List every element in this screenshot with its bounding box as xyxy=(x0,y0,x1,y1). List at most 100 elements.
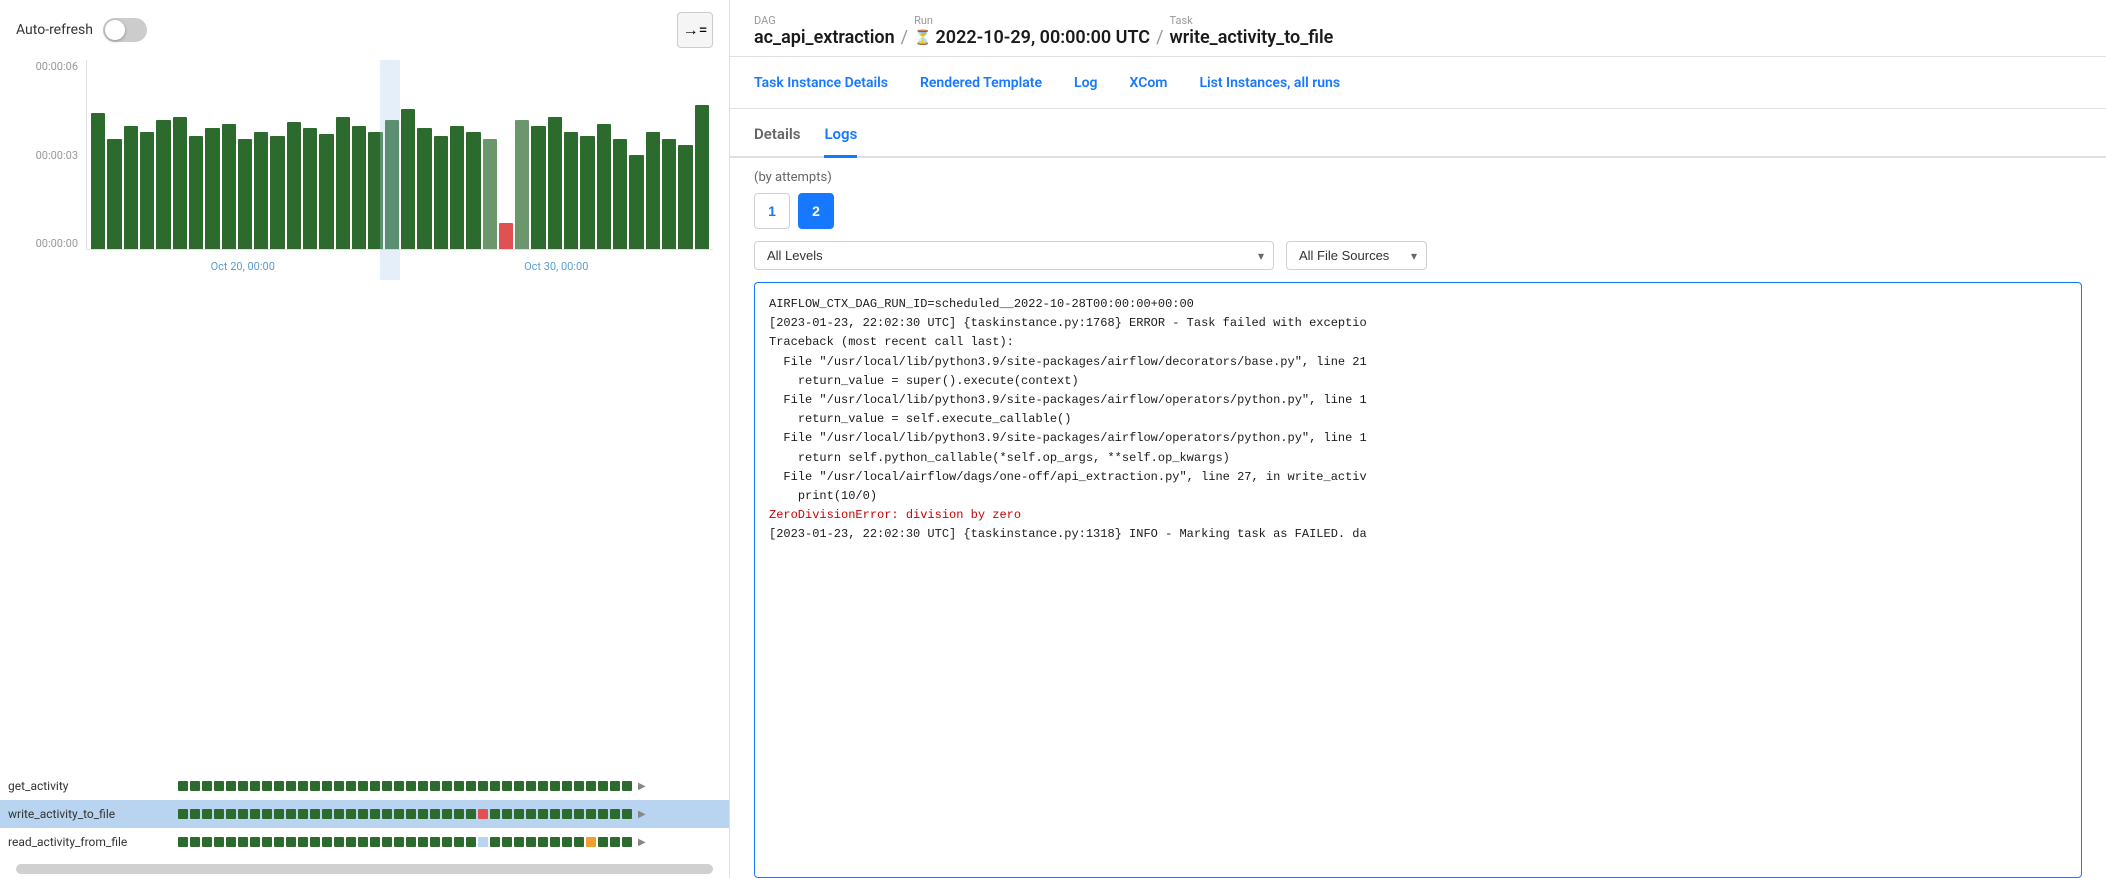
task-dot[interactable] xyxy=(190,781,200,791)
auto-refresh-toggle[interactable] xyxy=(103,18,147,42)
chart-bar[interactable] xyxy=(515,120,529,249)
task-dot[interactable] xyxy=(370,809,380,819)
task-dot[interactable] xyxy=(490,781,500,791)
task-dot[interactable] xyxy=(514,781,524,791)
task-dot[interactable] xyxy=(226,809,236,819)
task-dot[interactable] xyxy=(298,837,308,847)
task-dot[interactable] xyxy=(586,809,596,819)
task-dot[interactable] xyxy=(466,837,476,847)
task-dot[interactable] xyxy=(382,781,392,791)
task-dot[interactable] xyxy=(514,809,524,819)
tab-logs[interactable]: Logs xyxy=(824,125,857,158)
task-dot[interactable] xyxy=(178,837,188,847)
task-dot[interactable] xyxy=(430,837,440,847)
task-dot[interactable] xyxy=(250,781,260,791)
attempt-2-btn[interactable]: 2 xyxy=(798,193,834,229)
task-dot[interactable] xyxy=(478,837,488,847)
task-dot[interactable] xyxy=(274,809,284,819)
task-dot[interactable] xyxy=(430,781,440,791)
chart-bar[interactable] xyxy=(238,139,252,249)
levels-filter[interactable]: All Levels xyxy=(754,241,1274,270)
task-dot[interactable] xyxy=(202,837,212,847)
task-row[interactable]: write_activity_to_file▶ xyxy=(0,800,729,828)
task-dot[interactable] xyxy=(406,809,416,819)
chart-bar[interactable] xyxy=(548,117,562,249)
task-dot[interactable] xyxy=(346,837,356,847)
chart-bar[interactable] xyxy=(303,128,317,249)
tab-rendered-template[interactable]: Rendered Template xyxy=(920,75,1042,91)
chart-bar[interactable] xyxy=(695,105,709,249)
task-dot[interactable] xyxy=(262,837,272,847)
task-dot[interactable] xyxy=(178,781,188,791)
task-dot[interactable] xyxy=(298,809,308,819)
task-dot[interactable] xyxy=(346,809,356,819)
task-dot[interactable] xyxy=(250,837,260,847)
chart-bar[interactable] xyxy=(597,124,611,249)
task-dot[interactable] xyxy=(250,809,260,819)
chart-bar[interactable] xyxy=(156,120,170,249)
chart-bar[interactable] xyxy=(531,126,545,249)
task-dot[interactable] xyxy=(178,809,188,819)
task-dot[interactable] xyxy=(442,809,452,819)
task-dot[interactable] xyxy=(586,781,596,791)
task-dot[interactable] xyxy=(442,837,452,847)
task-dot[interactable] xyxy=(382,837,392,847)
task-dot[interactable] xyxy=(454,781,464,791)
task-dot[interactable] xyxy=(322,837,332,847)
task-dot[interactable] xyxy=(298,781,308,791)
task-dot[interactable] xyxy=(334,809,344,819)
task-dot[interactable] xyxy=(454,837,464,847)
chart-bar[interactable] xyxy=(173,117,187,249)
chart-bar[interactable] xyxy=(205,128,219,249)
task-dot[interactable] xyxy=(574,809,584,819)
task-dot[interactable] xyxy=(214,781,224,791)
chart-bar[interactable] xyxy=(499,223,513,249)
task-dot[interactable] xyxy=(514,837,524,847)
task-dot[interactable] xyxy=(598,809,608,819)
task-dot[interactable] xyxy=(502,781,512,791)
chart-bar[interactable] xyxy=(646,132,660,249)
task-dot[interactable] xyxy=(322,809,332,819)
task-dot[interactable] xyxy=(226,781,236,791)
task-dot[interactable] xyxy=(382,809,392,819)
tab-list-instances[interactable]: List Instances, all runs xyxy=(1199,75,1340,91)
chart-bar[interactable] xyxy=(254,132,268,249)
task-dot[interactable] xyxy=(610,809,620,819)
chart-bar[interactable] xyxy=(564,132,578,249)
chart-bar[interactable] xyxy=(319,134,333,249)
task-dot[interactable] xyxy=(526,837,536,847)
task-dot[interactable] xyxy=(406,837,416,847)
task-dot[interactable] xyxy=(286,809,296,819)
task-dot[interactable] xyxy=(466,809,476,819)
tab-log[interactable]: Log xyxy=(1074,75,1097,91)
chart-bar[interactable] xyxy=(629,155,643,250)
task-dot[interactable] xyxy=(238,781,248,791)
chart-bar[interactable] xyxy=(401,109,415,249)
task-dot[interactable] xyxy=(370,837,380,847)
chart-bar[interactable] xyxy=(91,113,105,249)
chart-bar[interactable] xyxy=(417,128,431,249)
play-icon[interactable]: ▶ xyxy=(638,781,646,792)
task-dot[interactable] xyxy=(262,781,272,791)
task-dot[interactable] xyxy=(598,781,608,791)
chart-bar[interactable] xyxy=(385,120,399,249)
tab-task-instance-details[interactable]: Task Instance Details xyxy=(754,75,888,91)
task-dot[interactable] xyxy=(622,809,632,819)
chart-bar[interactable] xyxy=(580,136,594,249)
chart-bar[interactable] xyxy=(434,136,448,249)
task-dot[interactable] xyxy=(262,809,272,819)
task-dot[interactable] xyxy=(214,809,224,819)
task-dot[interactable] xyxy=(394,809,404,819)
task-dot[interactable] xyxy=(286,837,296,847)
task-dot[interactable] xyxy=(466,781,476,791)
sources-filter[interactable]: All File Sources xyxy=(1286,241,1427,270)
task-dot[interactable] xyxy=(562,809,572,819)
chart-bar[interactable] xyxy=(336,117,350,249)
task-dot[interactable] xyxy=(334,837,344,847)
task-dot[interactable] xyxy=(418,837,428,847)
task-dot[interactable] xyxy=(478,809,488,819)
chart-bar[interactable] xyxy=(140,132,154,249)
chart-bar[interactable] xyxy=(662,139,676,249)
task-dot[interactable] xyxy=(310,837,320,847)
task-dot[interactable] xyxy=(190,809,200,819)
